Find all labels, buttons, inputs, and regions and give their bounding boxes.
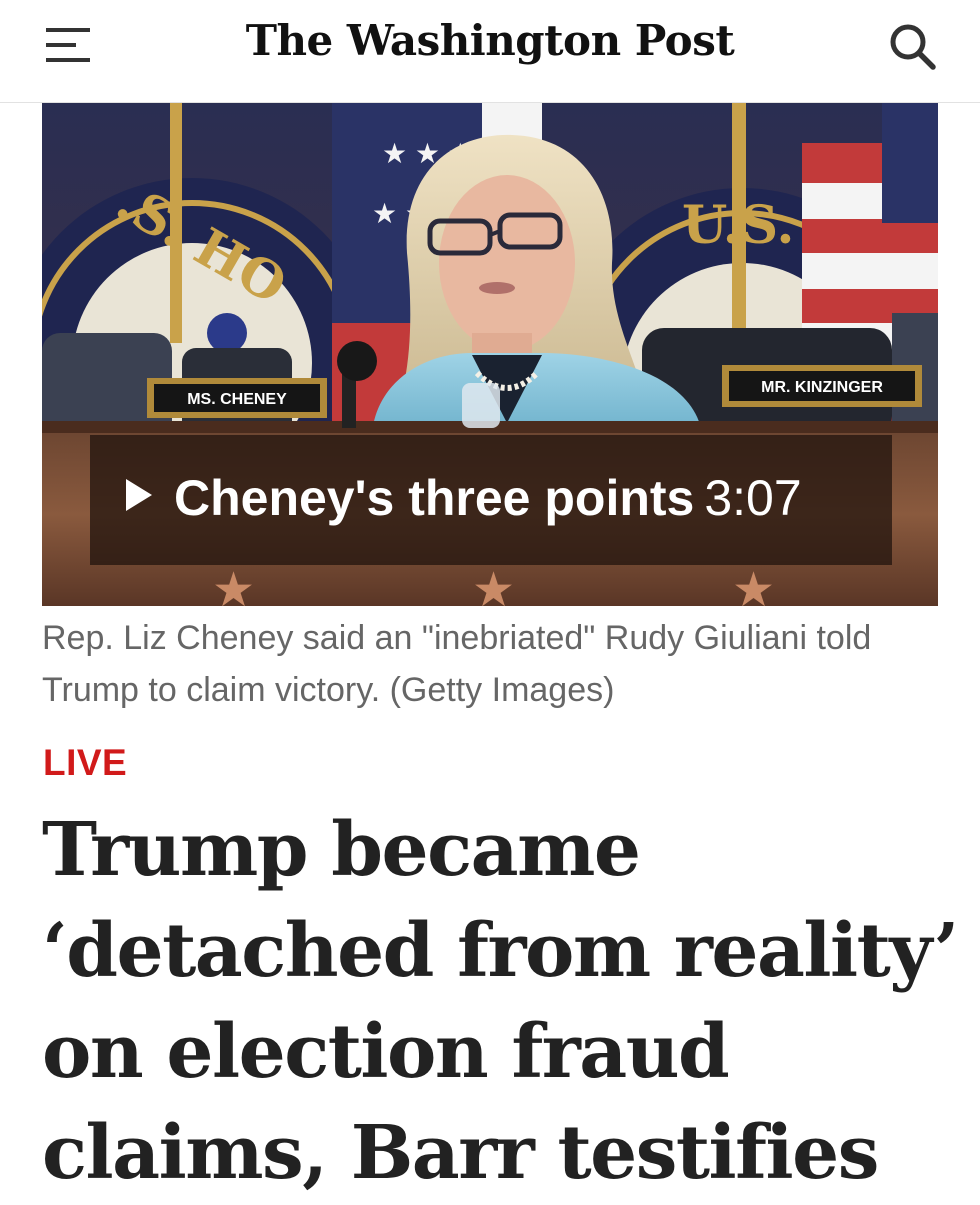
nameplate-right: MR. KINZINGER — [761, 379, 883, 396]
video-play-bar[interactable]: Cheney's three points 3:07 — [90, 435, 892, 565]
live-badge: LIVE — [43, 742, 128, 783]
video-label: Cheney's three points 3:07 — [174, 469, 802, 527]
lead-video[interactable]: .S. HO ★ ★ ★ ★ ★ ★ U.S. — [42, 103, 938, 606]
svg-text:★: ★ — [732, 564, 775, 606]
photo-caption: Rep. Liz Cheney said an "inebriated" Rud… — [42, 619, 872, 709]
play-icon[interactable] — [126, 479, 152, 511]
video-duration: 3:07 — [704, 470, 802, 526]
svg-text:★: ★ — [472, 564, 515, 606]
nameplate-left: MS. CHENEY — [187, 391, 287, 408]
masthead-logo[interactable]: The Washington Post — [0, 16, 980, 65]
video-title: Cheney's three points — [174, 470, 695, 526]
site-header: The Washington Post — [0, 0, 980, 103]
article-headline[interactable]: Trump became ‘detached from reality’ on … — [42, 800, 962, 1204]
svg-text:★: ★ — [212, 564, 255, 606]
search-icon[interactable] — [886, 20, 938, 72]
